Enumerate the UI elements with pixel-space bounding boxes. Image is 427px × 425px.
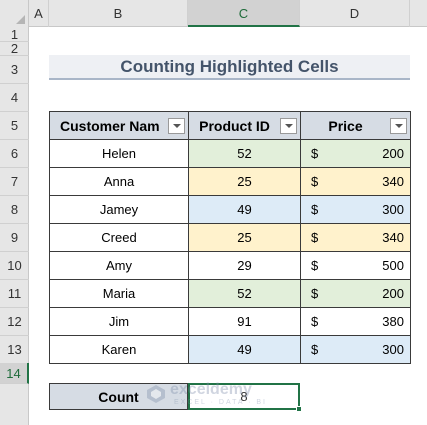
row-header-9[interactable]: 9 (0, 223, 29, 252)
currency-symbol: $ (311, 230, 319, 245)
row-header-2[interactable]: 2 (0, 41, 29, 56)
currency-symbol: $ (311, 174, 319, 189)
header-price[interactable]: Price (300, 111, 411, 140)
currency-symbol: $ (311, 342, 319, 357)
currency-symbol: $ (311, 286, 319, 301)
customer-name-cell[interactable]: Creed (49, 223, 189, 252)
select-all-icon (16, 15, 25, 24)
header-product-id-label: Product ID (199, 117, 270, 134)
row-header-6[interactable]: 6 (0, 139, 29, 168)
price-cell[interactable]: $200 (300, 279, 411, 308)
price-value: 340 (382, 230, 404, 245)
price-value: 200 (382, 146, 404, 161)
price-value: 340 (382, 174, 404, 189)
chevron-down-icon (394, 123, 403, 128)
fill-handle[interactable] (296, 406, 302, 412)
customer-name-cell[interactable]: Jamey (49, 195, 189, 224)
row-header-4[interactable]: 4 (0, 83, 29, 112)
column-header-bar: ABCD (0, 0, 427, 27)
header-price-label: Price (328, 117, 363, 134)
row-header-5[interactable]: 5 (0, 111, 29, 140)
count-value-cell[interactable]: 8 (188, 383, 302, 412)
product-id-cell[interactable]: 29 (188, 251, 301, 280)
filter-dropdown-button[interactable] (168, 117, 185, 134)
row-header-14[interactable]: 14 (0, 363, 29, 384)
column-header-a[interactable]: A (29, 0, 49, 27)
row-header-11[interactable]: 11 (0, 279, 29, 308)
column-header-b[interactable]: B (49, 0, 188, 27)
customer-name-cell[interactable]: Anna (49, 167, 189, 196)
header-customer-name-label: Customer Nam (60, 117, 160, 134)
row-header-10[interactable]: 10 (0, 251, 29, 280)
price-cell[interactable]: $300 (300, 335, 411, 364)
product-id-cell[interactable]: 91 (188, 307, 301, 336)
customer-name-cell[interactable]: Amy (49, 251, 189, 280)
currency-symbol: $ (311, 202, 319, 217)
price-value: 500 (382, 258, 404, 273)
product-id-cell[interactable]: 25 (188, 167, 301, 196)
product-id-cell[interactable]: 49 (188, 195, 301, 224)
price-cell[interactable]: $500 (300, 251, 411, 280)
product-id-cell[interactable]: 52 (188, 139, 301, 168)
price-cell[interactable]: $340 (300, 223, 411, 252)
row-header-8[interactable]: 8 (0, 195, 29, 224)
currency-symbol: $ (311, 258, 319, 273)
currency-symbol: $ (311, 314, 319, 329)
worksheet: ABCD 1 2 3 4 5 6 7 8 9 10 11 12 13 14 Counting Highli… (0, 0, 427, 425)
customer-name-cell[interactable]: Helen (49, 139, 189, 168)
chevron-down-icon (284, 123, 293, 128)
row-header-13[interactable]: 13 (0, 335, 29, 364)
column-header-c[interactable]: C (188, 0, 300, 27)
price-value: 200 (382, 286, 404, 301)
filter-dropdown-button[interactable] (390, 117, 407, 134)
product-id-cell[interactable]: 25 (188, 223, 301, 252)
currency-symbol: $ (311, 146, 319, 161)
price-cell[interactable]: $200 (300, 139, 411, 168)
customer-name-cell[interactable]: Maria (49, 279, 189, 308)
price-cell[interactable]: $380 (300, 307, 411, 336)
row-header-12[interactable]: 12 (0, 307, 29, 336)
price-value: 380 (382, 314, 404, 329)
row-header-3[interactable]: 3 (0, 55, 29, 84)
select-all-corner[interactable] (0, 0, 29, 27)
header-customer-name[interactable]: Customer Nam (49, 111, 189, 140)
filter-dropdown-button[interactable] (280, 117, 297, 134)
header-product-id[interactable]: Product ID (188, 111, 301, 140)
row-header-7[interactable]: 7 (0, 167, 29, 196)
row-header-bar: 1 2 3 4 5 6 7 8 9 10 11 12 13 14 (0, 27, 29, 425)
count-label-cell[interactable]: Count (49, 383, 188, 410)
sheet-title[interactable]: Counting Highlighted Cells (49, 55, 410, 80)
price-value: 300 (382, 342, 404, 357)
count-value: 8 (240, 389, 248, 404)
customer-name-cell[interactable]: Jim (49, 307, 189, 336)
product-id-cell[interactable]: 52 (188, 279, 301, 308)
product-id-cell[interactable]: 49 (188, 335, 301, 364)
chevron-down-icon (172, 123, 181, 128)
customer-name-cell[interactable]: Karen (49, 335, 189, 364)
price-cell[interactable]: $340 (300, 167, 411, 196)
price-value: 300 (382, 202, 404, 217)
price-cell[interactable]: $300 (300, 195, 411, 224)
column-header-d[interactable]: D (300, 0, 410, 27)
